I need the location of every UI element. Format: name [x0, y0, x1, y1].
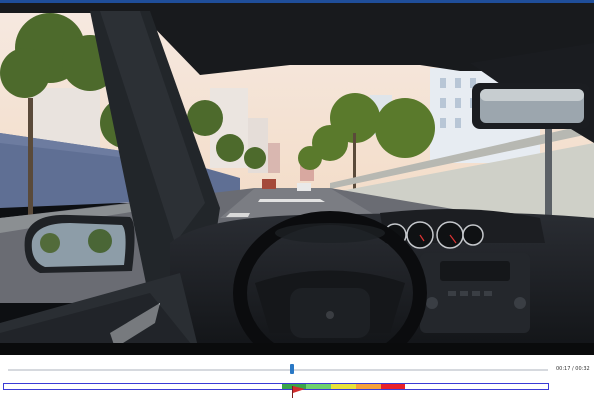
timeline-segment-red	[381, 384, 405, 389]
event-timeline[interactable]	[3, 383, 549, 390]
time-display: 00:17 / 00:32	[556, 366, 590, 372]
seek-bar[interactable]	[8, 369, 548, 371]
timeline-segment-orange	[356, 384, 381, 389]
flag-icon[interactable]	[292, 386, 306, 396]
timeline-segment-yellow	[331, 384, 356, 389]
timeline-segment-green-light	[306, 384, 331, 389]
driving-simulation-video[interactable]	[0, 3, 594, 355]
seek-handle[interactable]	[290, 364, 294, 374]
